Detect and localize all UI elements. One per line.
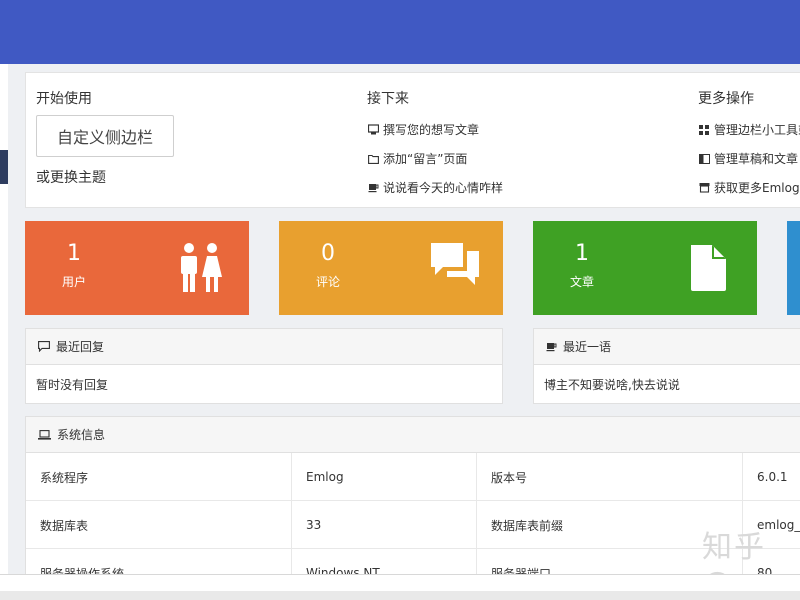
folder-icon bbox=[367, 153, 379, 165]
drafts-icon bbox=[698, 153, 710, 165]
watermark: 知乎 @ bbox=[702, 530, 766, 574]
comment-icon bbox=[38, 341, 50, 352]
users-label: 用户 bbox=[62, 275, 87, 289]
recent-replies-header: 最近回复 bbox=[26, 329, 502, 365]
write-post-link[interactable]: 撰写您的想写文章 bbox=[367, 115, 503, 144]
get-more-themes-link[interactable]: 获取更多Emlog主 bbox=[698, 173, 800, 202]
info-key: 数据库表 bbox=[26, 501, 292, 549]
table-row: 系统程序 Emlog 版本号 6.0.1 bbox=[26, 453, 800, 501]
info-value: Windows NT bbox=[292, 549, 477, 574]
add-guestbook-link[interactable]: 添加“留言”页面 bbox=[367, 144, 503, 173]
write-twitter-label: 说说看今天的心情咋样 bbox=[383, 181, 504, 195]
add-guestbook-label: 添加“留言”页面 bbox=[383, 152, 468, 166]
recent-replies-box: 最近回复 暂时没有回复 bbox=[25, 328, 503, 404]
manage-widgets-link[interactable]: 管理边栏小工具或 bbox=[698, 115, 800, 144]
coffee-icon bbox=[367, 182, 379, 194]
bottom-scrollbar[interactable] bbox=[0, 574, 800, 600]
get-more-themes-label: 获取更多Emlog主 bbox=[714, 181, 800, 195]
coffee-icon bbox=[546, 341, 557, 352]
next-title: 接下来 bbox=[367, 91, 409, 107]
recent-twitter-box: 最近一语 博主不知要说啥,快去说说 bbox=[533, 328, 800, 404]
info-key: 服务器操作系统 bbox=[26, 549, 292, 574]
edit-icon bbox=[367, 124, 379, 136]
table-row: 服务器操作系统 Windows NT 服务器端口 80 bbox=[26, 549, 800, 574]
dashboard-content: 开始使用 自定义侧边栏 或更换主题 接下来 撰写您的想写文章 添加“留言”页面 bbox=[8, 64, 800, 574]
more-title: 更多操作 bbox=[698, 91, 754, 107]
more-column: 更多操作 管理边栏小工具或 管理草稿和文章 bbox=[698, 89, 800, 202]
customize-sidebar-button[interactable]: 自定义侧边栏 bbox=[36, 115, 174, 157]
welcome-panel: 开始使用 自定义侧边栏 或更换主题 接下来 撰写您的想写文章 添加“留言”页面 bbox=[25, 72, 800, 208]
extra-stat-card[interactable] bbox=[787, 221, 800, 315]
info-value: 33 bbox=[292, 501, 477, 549]
info-key: 版本号 bbox=[477, 453, 743, 501]
posts-count: 1 bbox=[575, 241, 589, 266]
recent-twitter-body: 博主不知要说啥,快去说说 bbox=[544, 377, 680, 392]
system-info-header: 系统信息 bbox=[26, 417, 800, 453]
system-info-box: 系统信息 系统程序 Emlog 版本号 6.0.1 数据库表 33 数据库表前缀… bbox=[25, 416, 800, 574]
users-stat-card[interactable]: 1 用户 bbox=[25, 221, 249, 315]
manage-widgets-label: 管理边栏小工具或 bbox=[714, 123, 800, 137]
info-key: 系统程序 bbox=[26, 453, 292, 501]
change-theme-link[interactable]: 或更换主题 bbox=[36, 167, 106, 187]
next-column: 接下来 撰写您的想写文章 添加“留言”页面 说说看今天的心情咋样 bbox=[367, 89, 503, 202]
manage-drafts-label: 管理草稿和文章 bbox=[714, 152, 799, 166]
sidebar-active-item-edge[interactable] bbox=[0, 150, 8, 184]
start-column: 开始使用 bbox=[36, 89, 92, 109]
document-icon bbox=[691, 245, 726, 291]
widgets-icon bbox=[698, 124, 710, 136]
top-navbar bbox=[0, 0, 800, 64]
recent-twitter-header: 最近一语 bbox=[534, 329, 800, 365]
table-row: 数据库表 33 数据库表前缀 emlog_ bbox=[26, 501, 800, 549]
recent-replies-title: 最近回复 bbox=[56, 340, 105, 354]
recent-replies-empty: 暂时没有回复 bbox=[36, 377, 109, 392]
recent-twitter-title: 最近一语 bbox=[563, 340, 612, 354]
users-icon bbox=[181, 243, 222, 292]
laptop-icon bbox=[38, 429, 51, 440]
posts-stat-card[interactable]: 1 文章 bbox=[533, 221, 757, 315]
system-info-table: 系统程序 Emlog 版本号 6.0.1 数据库表 33 数据库表前缀 emlo… bbox=[26, 453, 800, 574]
sidebar-edge bbox=[0, 64, 8, 600]
info-value: 6.0.1 bbox=[757, 470, 788, 484]
write-twitter-link[interactable]: 说说看今天的心情咋样 bbox=[367, 173, 503, 202]
info-value: Emlog bbox=[292, 453, 477, 501]
comments-label: 评论 bbox=[316, 275, 341, 289]
system-info-title: 系统信息 bbox=[57, 428, 106, 442]
posts-label: 文章 bbox=[570, 275, 595, 289]
package-icon bbox=[698, 182, 710, 194]
write-post-label: 撰写您的想写文章 bbox=[383, 123, 480, 137]
comments-count: 0 bbox=[321, 241, 335, 266]
start-title: 开始使用 bbox=[36, 91, 92, 107]
comments-icon bbox=[431, 243, 479, 285]
scrollbar-track[interactable] bbox=[0, 591, 800, 600]
manage-drafts-link[interactable]: 管理草稿和文章 bbox=[698, 144, 800, 173]
comments-stat-card[interactable]: 0 评论 bbox=[279, 221, 503, 315]
users-count: 1 bbox=[67, 241, 81, 266]
